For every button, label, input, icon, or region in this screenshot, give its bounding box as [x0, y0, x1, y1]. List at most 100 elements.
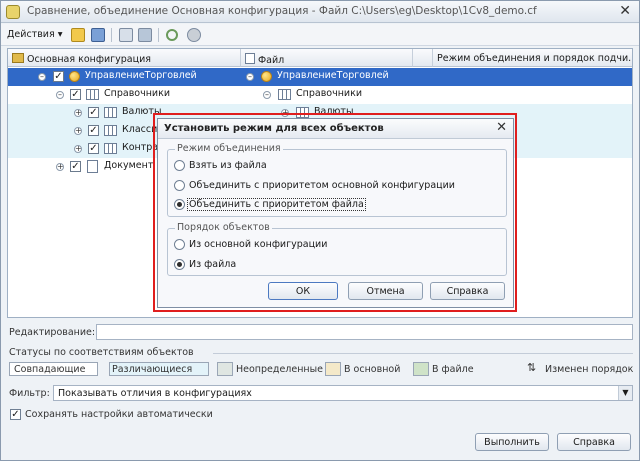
filter-select[interactable]: Показывать отличия в конфигурациях ▼ — [53, 385, 633, 401]
configuration-icon — [69, 71, 80, 82]
order-changed-icon: ⇅ — [527, 361, 537, 374]
document-icon — [87, 160, 98, 173]
right-object-name: Справочники — [296, 88, 363, 99]
settings-icon[interactable] — [187, 28, 201, 42]
merge-option-label[interactable]: Взять из файла — [189, 160, 267, 171]
catalog-icon — [278, 89, 291, 100]
autosave-checkbox[interactable]: ✓ — [10, 409, 21, 420]
status-label: В файле — [432, 364, 474, 375]
status-label: Различающиеся — [112, 364, 193, 375]
filter-icon[interactable] — [119, 28, 133, 42]
editing-label: Редактирование: — [9, 327, 96, 338]
left-object-name: Документ — [104, 160, 154, 171]
status-swatch-undefined — [217, 362, 233, 376]
open-icon[interactable] — [71, 28, 85, 42]
row-checkbox[interactable]: ✓ — [88, 107, 99, 118]
config-header-icon — [12, 53, 24, 63]
merge-option-radio-selected[interactable] — [174, 199, 185, 210]
status-label: В основной — [344, 364, 401, 375]
collapse-icon[interactable]: – — [263, 91, 271, 99]
expand-icon[interactable]: + — [74, 109, 82, 117]
tree-row[interactable]: – ✓ УправлениеТорговлей – УправлениеТорг… — [8, 68, 632, 86]
catalog-icon — [104, 143, 117, 154]
expand-icon[interactable]: + — [281, 109, 289, 117]
tree-row[interactable]: – ✓ Справочники – Справочники — [8, 86, 632, 104]
column-header-merge-mode[interactable]: Режим объединения и порядок подчи... — [433, 49, 632, 67]
column-header-label: Режим объединения и порядок подчи... — [437, 53, 632, 64]
collapse-icon[interactable]: – — [246, 73, 254, 81]
compare-merge-window: Сравнение, объединение Основная конфигур… — [0, 0, 640, 461]
statuses-separator — [213, 353, 633, 354]
expand-icon[interactable]: + — [74, 145, 82, 153]
order-option-label[interactable]: Из основной конфигурации — [189, 239, 327, 250]
column-header-main-config[interactable]: Основная конфигурация — [8, 49, 241, 67]
file-header-icon — [245, 53, 255, 64]
catalog-icon — [86, 89, 99, 100]
order-option-radio[interactable] — [174, 239, 185, 250]
filter-label: Фильтр: — [9, 388, 50, 399]
help-button[interactable]: Справка — [557, 433, 631, 451]
set-mode-dialog: Установить режим для всех объектов ✕ Реж… — [157, 118, 514, 308]
left-object-name: Класси — [122, 124, 158, 135]
actions-menu[interactable]: Действия ▾ — [7, 29, 62, 40]
autosave-label[interactable]: Сохранять настройки автоматически — [25, 409, 213, 420]
left-object-name: Контра — [122, 142, 159, 153]
merge-option-radio[interactable] — [174, 160, 185, 171]
merge-option-label[interactable]: Объединить с приоритетом основной конфиг… — [189, 180, 455, 191]
refresh-icon[interactable] — [166, 29, 178, 41]
object-order-group-label: Порядок объектов — [175, 222, 272, 233]
row-checkbox[interactable]: ✓ — [70, 89, 81, 100]
column-header-file[interactable]: Файл — [241, 49, 413, 67]
mark-icon[interactable] — [138, 28, 152, 42]
filter-value: Показывать отличия в конфигурациях — [58, 388, 252, 399]
merge-mode-group-label: Режим объединения — [175, 143, 283, 154]
catalog-icon — [104, 125, 117, 136]
right-object-name: Валюты — [314, 106, 354, 117]
column-header-label: Файл — [258, 55, 285, 66]
configuration-icon — [261, 71, 272, 82]
toolbar-separator — [158, 28, 159, 42]
catalog-icon — [296, 107, 309, 118]
dialog-title: Установить режим для всех объектов — [164, 123, 384, 134]
editing-field[interactable] — [96, 324, 633, 340]
status-label: Изменен порядок — [545, 364, 634, 375]
order-option-radio-selected[interactable] — [174, 259, 185, 270]
status-label: Совпадающие — [14, 364, 86, 375]
catalog-icon — [104, 107, 117, 118]
window-title: Сравнение, объединение Основная конфигур… — [27, 5, 537, 17]
close-icon[interactable]: ✕ — [496, 120, 507, 135]
status-label: Неопределенные — [236, 364, 323, 375]
right-object-name: УправлениеТорговлей — [277, 70, 389, 81]
dialog-title-bar: Установить режим для всех объектов ✕ — [158, 119, 513, 139]
column-header-label: Основная конфигурация — [27, 54, 151, 65]
title-bar: Сравнение, объединение Основная конфигур… — [1, 1, 639, 23]
expand-icon[interactable]: + — [56, 163, 64, 171]
ok-button[interactable]: ОК — [268, 282, 338, 300]
collapse-icon[interactable]: – — [38, 73, 46, 81]
expand-icon[interactable]: + — [74, 127, 82, 135]
column-header-spacer — [413, 49, 433, 67]
chevron-down-icon[interactable]: ▼ — [618, 386, 632, 400]
left-object-name: УправлениеТорговлей — [85, 70, 197, 81]
status-swatch-in-file — [413, 362, 429, 376]
statuses-title: Статусы по соответствиям объектов — [9, 347, 194, 358]
cancel-button[interactable]: Отмена — [348, 282, 423, 300]
order-option-label[interactable]: Из файла — [189, 259, 236, 270]
toolbar-separator — [111, 28, 112, 42]
close-icon[interactable]: ✕ — [619, 3, 631, 19]
execute-button[interactable]: Выполнить — [475, 433, 549, 451]
row-checkbox[interactable]: ✓ — [88, 143, 99, 154]
app-icon — [6, 5, 20, 19]
row-checkbox[interactable]: ✓ — [88, 125, 99, 136]
merge-option-label[interactable]: Объединить с приоритетом файла — [187, 198, 366, 211]
save-icon[interactable] — [91, 28, 105, 42]
toolbar: Действия ▾ — [1, 24, 639, 46]
left-object-name: Справочники — [104, 88, 171, 99]
row-checkbox[interactable]: ✓ — [53, 71, 64, 82]
left-object-name: Валюты — [122, 106, 162, 117]
collapse-icon[interactable]: – — [56, 91, 64, 99]
help-button[interactable]: Справка — [430, 282, 505, 300]
status-swatch-in-main — [325, 362, 341, 376]
merge-option-radio[interactable] — [174, 180, 185, 191]
row-checkbox[interactable]: ✓ — [70, 161, 81, 172]
